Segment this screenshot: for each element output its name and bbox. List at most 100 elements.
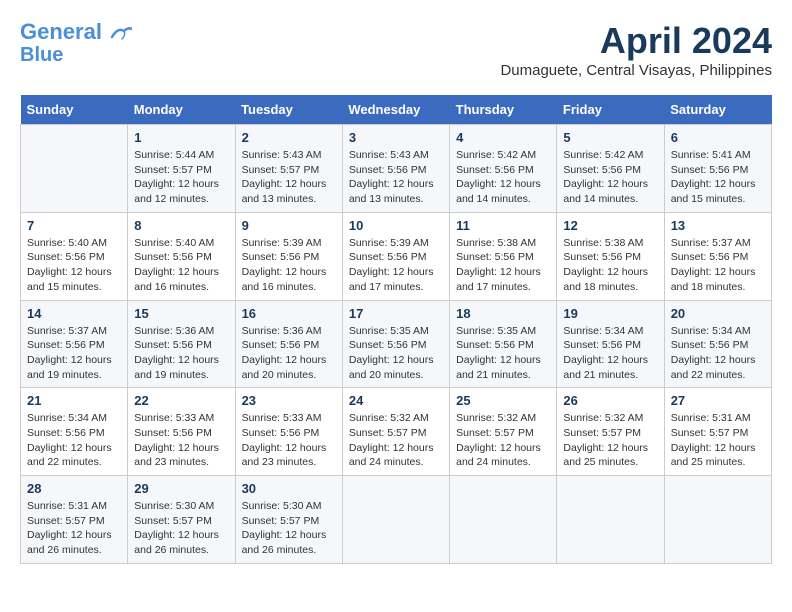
weekday-header-cell: Monday: [128, 95, 235, 125]
calendar-cell: 22Sunrise: 5:33 AMSunset: 5:56 PMDayligh…: [128, 388, 235, 476]
logo-text: General: [20, 20, 132, 44]
day-number: 5: [563, 130, 657, 145]
day-number: 2: [242, 130, 336, 145]
day-info: Sunrise: 5:39 AMSunset: 5:56 PMDaylight:…: [242, 236, 336, 295]
calendar-cell: [450, 476, 557, 564]
weekday-header-row: SundayMondayTuesdayWednesdayThursdayFrid…: [21, 95, 772, 125]
calendar-cell: 28 Sunrise: 5:31 AMSunset: 5:57 PMDayligh…: [21, 476, 128, 564]
day-info: Sunrise: 5:41 AMSunset: 5:56 PMDaylight:…: [671, 148, 765, 207]
weekday-header-cell: Thursday: [450, 95, 557, 125]
day-number: 27: [671, 393, 765, 408]
page-header: General Blue April 2024 Dumaguete, Centr…: [20, 20, 772, 79]
day-number: 14: [27, 306, 121, 321]
calendar-cell: 12 Sunrise: 5:38 AMSunset: 5:56 PMDayligh…: [557, 212, 664, 300]
calendar-cell: 21 Sunrise: 5:34 AMSunset: 5:56 PMDayligh…: [21, 388, 128, 476]
calendar-cell: 1 Sunrise: 5:44 AMSunset: 5:57 PMDaylight…: [128, 125, 235, 213]
day-number: 15: [134, 306, 228, 321]
day-info: Sunrise: 5:32 AMSunset: 5:57 PMDaylight:…: [456, 411, 550, 470]
day-info: Sunrise: 5:37 AMSunset: 5:56 PMDaylight:…: [27, 324, 121, 383]
day-number: 20: [671, 306, 765, 321]
calendar-cell: 8Sunrise: 5:40 AMSunset: 5:56 PMDaylight…: [128, 212, 235, 300]
calendar-cell: [21, 125, 128, 213]
calendar-cell: [342, 476, 449, 564]
day-number: 30: [242, 481, 336, 496]
calendar-cell: 16Sunrise: 5:36 AMSunset: 5:56 PMDayligh…: [235, 300, 342, 388]
day-number: 1: [134, 130, 228, 145]
day-info: Sunrise: 5:37 AMSunset: 5:56 PMDaylight:…: [671, 236, 765, 295]
day-number: 18: [456, 306, 550, 321]
day-info: Sunrise: 5:30 AMSunset: 5:57 PMDaylight:…: [242, 499, 336, 558]
day-number: 24: [349, 393, 443, 408]
day-number: 12: [563, 218, 657, 233]
day-number: 10: [349, 218, 443, 233]
day-info: Sunrise: 5:34 AMSunset: 5:56 PMDaylight:…: [563, 324, 657, 383]
day-number: 19: [563, 306, 657, 321]
day-number: 16: [242, 306, 336, 321]
calendar-cell: 14 Sunrise: 5:37 AMSunset: 5:56 PMDayligh…: [21, 300, 128, 388]
calendar-week-row: 7Sunrise: 5:40 AMSunset: 5:56 PMDaylight…: [21, 212, 772, 300]
day-info: Sunrise: 5:38 AMSunset: 5:56 PMDaylight:…: [456, 236, 550, 295]
day-number: 6: [671, 130, 765, 145]
title-block: April 2024 Dumaguete, Central Visayas, P…: [500, 20, 772, 79]
weekday-header-cell: Wednesday: [342, 95, 449, 125]
day-number: 25: [456, 393, 550, 408]
calendar-week-row: 14 Sunrise: 5:37 AMSunset: 5:56 PMDayligh…: [21, 300, 772, 388]
calendar-cell: 25 Sunrise: 5:32 AMSunset: 5:57 PMDayligh…: [450, 388, 557, 476]
day-number: 28: [27, 481, 121, 496]
calendar-body: 1 Sunrise: 5:44 AMSunset: 5:57 PMDaylight…: [21, 125, 772, 564]
day-number: 21: [27, 393, 121, 408]
day-info: Sunrise: 5:39 AMSunset: 5:56 PMDaylight:…: [349, 236, 443, 295]
day-number: 9: [242, 218, 336, 233]
day-number: 26: [563, 393, 657, 408]
calendar-cell: 23Sunrise: 5:33 AMSunset: 5:56 PMDayligh…: [235, 388, 342, 476]
calendar-cell: 13 Sunrise: 5:37 AMSunset: 5:56 PMDayligh…: [664, 212, 771, 300]
calendar-cell: 9 Sunrise: 5:39 AMSunset: 5:56 PMDaylight…: [235, 212, 342, 300]
calendar-week-row: 21 Sunrise: 5:34 AMSunset: 5:56 PMDayligh…: [21, 388, 772, 476]
calendar-cell: 20Sunrise: 5:34 AMSunset: 5:56 PMDayligh…: [664, 300, 771, 388]
calendar-cell: 6 Sunrise: 5:41 AMSunset: 5:56 PMDaylight…: [664, 125, 771, 213]
day-info: Sunrise: 5:44 AMSunset: 5:57 PMDaylight:…: [134, 148, 228, 207]
day-info: Sunrise: 5:38 AMSunset: 5:56 PMDaylight:…: [563, 236, 657, 295]
calendar-cell: 30 Sunrise: 5:30 AMSunset: 5:57 PMDayligh…: [235, 476, 342, 564]
calendar-week-row: 28 Sunrise: 5:31 AMSunset: 5:57 PMDayligh…: [21, 476, 772, 564]
day-number: 17: [349, 306, 443, 321]
day-number: 22: [134, 393, 228, 408]
day-info: Sunrise: 5:33 AMSunset: 5:56 PMDaylight:…: [242, 411, 336, 470]
calendar-cell: 27 Sunrise: 5:31 AMSunset: 5:57 PMDayligh…: [664, 388, 771, 476]
day-info: Sunrise: 5:42 AMSunset: 5:56 PMDaylight:…: [456, 148, 550, 207]
day-info: Sunrise: 5:43 AMSunset: 5:56 PMDaylight:…: [349, 148, 443, 207]
logo-blue-text: Blue: [20, 44, 63, 66]
calendar-cell: [664, 476, 771, 564]
day-info: Sunrise: 5:34 AMSunset: 5:56 PMDaylight:…: [27, 411, 121, 470]
day-info: Sunrise: 5:43 AMSunset: 5:57 PMDaylight:…: [242, 148, 336, 207]
calendar-week-row: 1 Sunrise: 5:44 AMSunset: 5:57 PMDaylight…: [21, 125, 772, 213]
day-info: Sunrise: 5:40 AMSunset: 5:56 PMDaylight:…: [27, 236, 121, 295]
calendar-cell: 15Sunrise: 5:36 AMSunset: 5:56 PMDayligh…: [128, 300, 235, 388]
day-number: 29: [134, 481, 228, 496]
day-number: 4: [456, 130, 550, 145]
logo: General Blue: [20, 20, 132, 66]
day-number: 8: [134, 218, 228, 233]
calendar-cell: 17 Sunrise: 5:35 AMSunset: 5:56 PMDayligh…: [342, 300, 449, 388]
day-info: Sunrise: 5:31 AMSunset: 5:57 PMDaylight:…: [671, 411, 765, 470]
day-info: Sunrise: 5:31 AMSunset: 5:57 PMDaylight:…: [27, 499, 121, 558]
day-info: Sunrise: 5:35 AMSunset: 5:56 PMDaylight:…: [349, 324, 443, 383]
day-info: Sunrise: 5:35 AMSunset: 5:56 PMDaylight:…: [456, 324, 550, 383]
calendar-cell: 29 Sunrise: 5:30 AMSunset: 5:57 PMDayligh…: [128, 476, 235, 564]
calendar-cell: 10 Sunrise: 5:39 AMSunset: 5:56 PMDayligh…: [342, 212, 449, 300]
month-title: April 2024: [500, 20, 772, 62]
day-info: Sunrise: 5:30 AMSunset: 5:57 PMDaylight:…: [134, 499, 228, 558]
calendar-cell: [557, 476, 664, 564]
calendar-cell: 7Sunrise: 5:40 AMSunset: 5:56 PMDaylight…: [21, 212, 128, 300]
weekday-header-cell: Saturday: [664, 95, 771, 125]
calendar-cell: 24 Sunrise: 5:32 AMSunset: 5:57 PMDayligh…: [342, 388, 449, 476]
calendar-cell: 2 Sunrise: 5:43 AMSunset: 5:57 PMDaylight…: [235, 125, 342, 213]
weekday-header-cell: Sunday: [21, 95, 128, 125]
day-number: 13: [671, 218, 765, 233]
calendar-cell: 4 Sunrise: 5:42 AMSunset: 5:56 PMDaylight…: [450, 125, 557, 213]
day-info: Sunrise: 5:32 AMSunset: 5:57 PMDaylight:…: [349, 411, 443, 470]
calendar-cell: 19 Sunrise: 5:34 AMSunset: 5:56 PMDayligh…: [557, 300, 664, 388]
weekday-header-cell: Tuesday: [235, 95, 342, 125]
day-number: 3: [349, 130, 443, 145]
day-info: Sunrise: 5:32 AMSunset: 5:57 PMDaylight:…: [563, 411, 657, 470]
